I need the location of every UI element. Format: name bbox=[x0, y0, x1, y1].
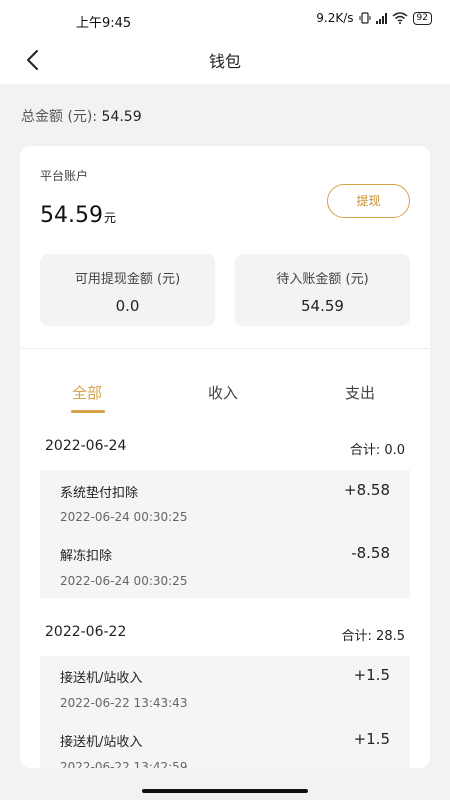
home-indicator bbox=[142, 789, 308, 793]
tab-income[interactable]: 收入 bbox=[208, 382, 238, 403]
record-time: 2022-06-22 13:43:43 bbox=[60, 696, 188, 710]
page-title: 钱包 bbox=[208, 52, 241, 71]
status-time: 上午9:45 bbox=[76, 16, 132, 31]
group-total: 合计: 0.0 bbox=[349, 443, 405, 458]
pending-label: 待入账金额 (元) bbox=[276, 272, 369, 287]
tab-all[interactable]: 全部 bbox=[72, 382, 102, 403]
tab-expense[interactable]: 支出 bbox=[345, 382, 375, 403]
status-bar: 上午9:45 9.2K/s 92 bbox=[0, 0, 450, 40]
battery-icon: 92 bbox=[412, 11, 432, 25]
record-group: 接送机/站收入 +1.5 2022-06-22 13:43:43 接送机/站收入… bbox=[40, 656, 410, 768]
record-amount: +8.58 bbox=[344, 481, 390, 499]
platform-account-label: 平台账户 bbox=[40, 169, 89, 183]
active-tab-indicator bbox=[71, 410, 105, 413]
record-amount: +1.5 bbox=[353, 730, 390, 748]
total-label: 总金额 (元): bbox=[21, 109, 98, 125]
vibrate-icon bbox=[359, 12, 371, 24]
total-amount: 总金额 (元): 54.59 bbox=[21, 106, 142, 126]
record-title: 接送机/站收入 bbox=[60, 671, 143, 686]
group-total: 合计: 28.5 bbox=[341, 629, 405, 644]
record-time: 2022-06-22 13:42:59 bbox=[60, 760, 188, 768]
wallet-card: 平台账户 54.59元 提现 可用提现金额 (元) 0.0 待入账金额 (元) … bbox=[20, 146, 430, 768]
record-title: 接送机/站收入 bbox=[60, 735, 143, 750]
withdraw-button[interactable]: 提现 bbox=[327, 184, 410, 218]
available-withdraw-box: 可用提现金额 (元) 0.0 bbox=[40, 254, 215, 326]
balance-value: 54.59 bbox=[40, 203, 103, 228]
status-indicators: 9.2K/s 92 bbox=[316, 11, 432, 25]
total-value: 54.59 bbox=[101, 109, 142, 125]
divider bbox=[20, 348, 430, 349]
signal-icon bbox=[375, 12, 387, 24]
available-label: 可用提现金额 (元) bbox=[74, 272, 181, 287]
pending-value: 54.59 bbox=[301, 297, 344, 315]
record-group: 系统垫付扣除 +8.58 2022-06-24 00:30:25 解冻扣除 -8… bbox=[40, 470, 410, 598]
group-date: 2022-06-22 bbox=[45, 624, 127, 640]
platform-balance: 54.59元 bbox=[40, 203, 116, 228]
record-title: 解冻扣除 bbox=[60, 549, 113, 564]
balance-unit: 元 bbox=[103, 211, 116, 225]
record-time: 2022-06-24 00:30:25 bbox=[60, 574, 188, 588]
available-value: 0.0 bbox=[115, 297, 140, 315]
record-amount: -8.58 bbox=[351, 544, 390, 562]
network-speed: 9.2K/s bbox=[316, 11, 354, 25]
record-title: 系统垫付扣除 bbox=[60, 486, 139, 501]
record-time: 2022-06-24 00:30:25 bbox=[60, 510, 188, 524]
pending-box: 待入账金额 (元) 54.59 bbox=[235, 254, 410, 326]
wifi-icon bbox=[392, 12, 408, 24]
group-date: 2022-06-24 bbox=[45, 438, 127, 454]
record-amount: +1.5 bbox=[353, 666, 390, 684]
nav-bar: 钱包 bbox=[0, 40, 450, 84]
